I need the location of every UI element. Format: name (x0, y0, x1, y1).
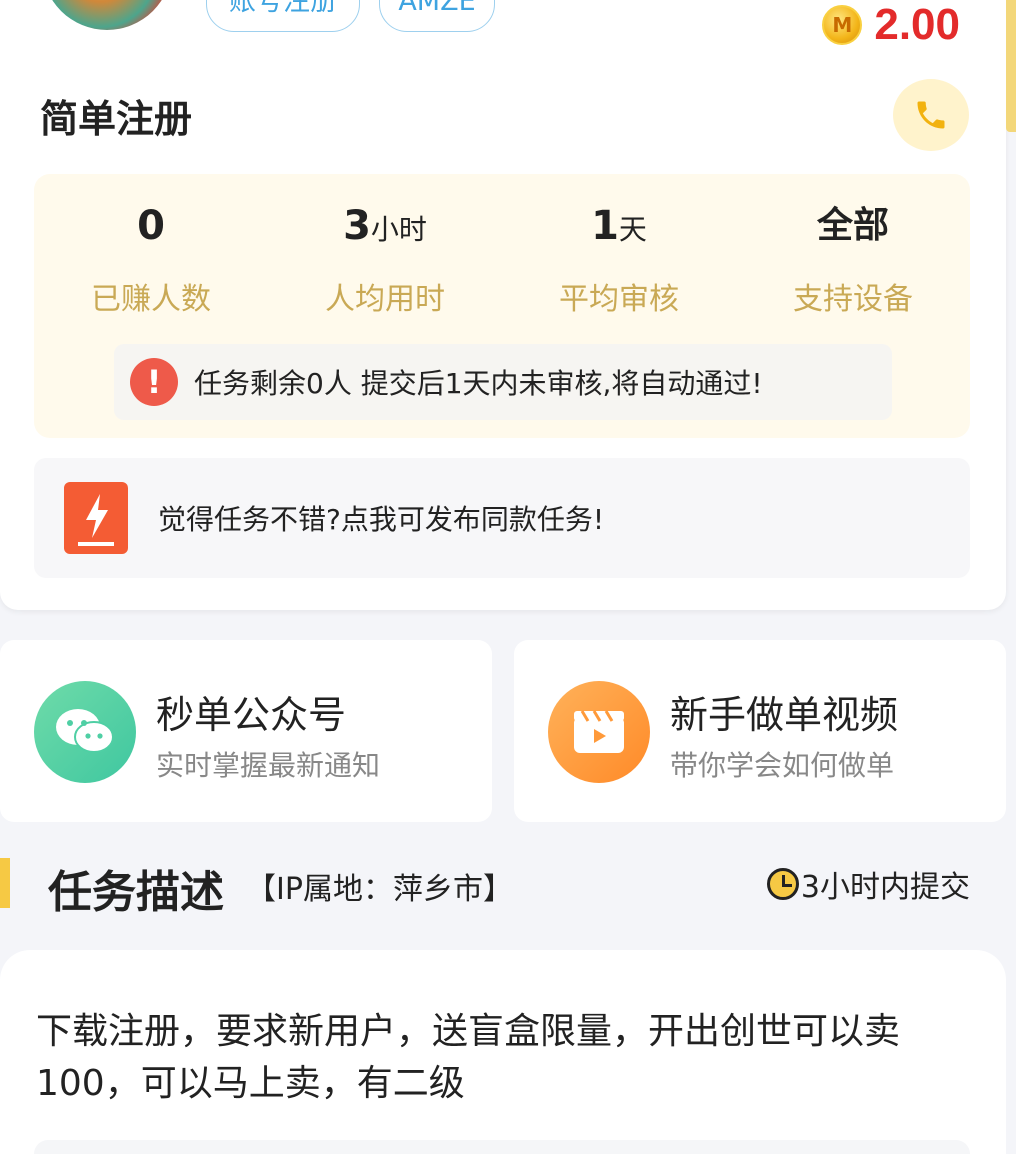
feature-title: 秒单公众号 (156, 693, 347, 737)
description-card: 下载注册，要求新用户，送盲盒限量，开出创世可以卖100，可以马上卖，有二级 (0, 950, 1006, 1154)
lightning-icon (64, 482, 128, 554)
deadline: 3小时内提交 (766, 862, 970, 906)
official-account-card[interactable]: 秒单公众号 实时掌握最新通知 (0, 640, 492, 822)
contact-phone-button[interactable] (893, 79, 969, 151)
coin-icon: M (822, 5, 863, 45)
reward-value: 2.00 (874, 0, 960, 49)
phone-icon (917, 101, 945, 129)
section-title: 任务描述 (48, 867, 224, 918)
stat-supported-devices: 全部 支持设备 (736, 196, 970, 318)
description-text: 下载注册，要求新用户，送盲盒限量，开出创世可以卖100，可以马上卖，有二级 (36, 1011, 901, 1104)
feature-title: 新手做单视频 (670, 693, 899, 737)
scrollbar[interactable] (1006, 0, 1016, 132)
stat-value: 3 (343, 203, 371, 249)
task-summary-card: 账号注册 AMZE M 2.00 简单注册 0 已赚人数 3小时 人均用时 1天… (0, 0, 1006, 610)
stat-value: 全部 (816, 205, 889, 246)
newbie-video-card[interactable]: 新手做单视频 带你学会如何做单 (514, 640, 1006, 822)
ip-location: 【IP属地：萍乡市】 (246, 872, 513, 907)
stat-label: 支持设备 (793, 282, 913, 317)
stats-panel: 0 已赚人数 3小时 人均用时 1天 平均审核 全部 支持设备 ! 任务剩余0人… (34, 174, 970, 438)
tag-category[interactable]: 账号注册 (206, 0, 360, 32)
description-inner-panel (34, 1140, 970, 1154)
stat-label: 平均审核 (559, 282, 679, 317)
wechat-icon (34, 681, 136, 783)
stat-unit: 小时 (370, 213, 427, 246)
task-title: 简单注册 (40, 97, 193, 141)
stat-label: 人均用时 (325, 282, 445, 317)
feature-subtitle: 实时掌握最新通知 (156, 749, 381, 782)
reward-amount: M 2.00 (822, 0, 960, 50)
video-icon (548, 681, 650, 783)
stat-value: 1 (591, 203, 619, 249)
stat-average-time: 3小时 人均用时 (268, 196, 502, 318)
stat-value: 0 (137, 203, 165, 249)
stat-earned-count: 0 已赚人数 (34, 196, 268, 318)
clock-icon (766, 868, 799, 900)
task-detail-page: 账号注册 AMZE M 2.00 简单注册 0 已赚人数 3小时 人均用时 1天… (0, 0, 1016, 1154)
notice-text: 任务剩余0人 提交后1天内未审核,将自动通过! (194, 367, 763, 400)
deadline-text: 3小时内提交 (800, 870, 970, 905)
warning-icon: ! (130, 358, 178, 406)
publish-similar-task-button[interactable]: 觉得任务不错?点我可发布同款任务! (34, 458, 970, 578)
task-notice: ! 任务剩余0人 提交后1天内未审核,将自动通过! (114, 344, 892, 420)
stat-average-review: 1天 平均审核 (502, 196, 736, 318)
publish-text: 觉得任务不错?点我可发布同款任务! (158, 503, 605, 536)
stat-unit: 天 (618, 213, 647, 246)
stat-label: 已赚人数 (91, 282, 211, 317)
feature-subtitle: 带你学会如何做单 (670, 749, 895, 782)
section-accent-bar (0, 858, 10, 908)
tag-app-name[interactable]: AMZE (379, 0, 495, 32)
task-avatar (42, 0, 172, 30)
